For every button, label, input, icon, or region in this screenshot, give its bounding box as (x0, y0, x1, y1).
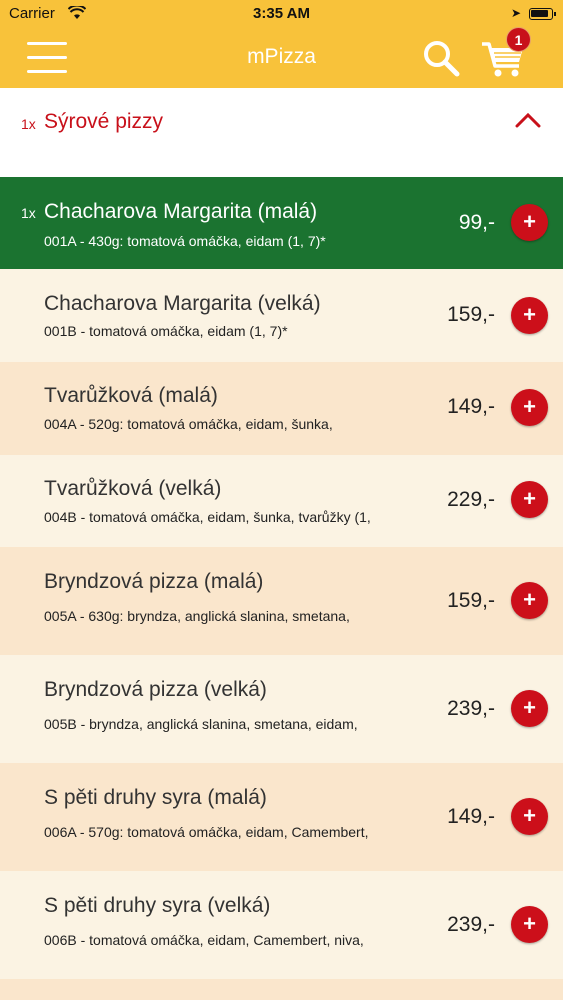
item-title: Bryndzová pizza (velká) (44, 678, 267, 701)
add-to-cart-button[interactable]: + (511, 582, 548, 619)
item-description: 006B - tomatová omáčka, eidam, Camembert… (44, 932, 364, 948)
list-item[interactable]: Chacharova Margarita (velká) 001B - toma… (0, 269, 563, 362)
category-name: Sýrové pizzy (44, 110, 164, 133)
category-qty: 1x (21, 116, 36, 132)
item-description: 004B - tomatová omáčka, eidam, šunka, tv… (44, 509, 371, 525)
item-price: 149,- (447, 805, 495, 828)
item-title: S pěti druhy syra (velká) (44, 894, 271, 917)
status-bar: Carrier 3:35 AM ➤ (0, 0, 563, 28)
category-header[interactable]: 1x Sýrové pizzy (0, 88, 563, 177)
add-to-cart-button[interactable]: + (511, 481, 548, 518)
location-icon: ➤ (510, 6, 521, 20)
item-title: S pěti druhy syra (malá) (44, 786, 267, 809)
battery-icon (529, 8, 556, 20)
item-price: 239,- (447, 697, 495, 720)
add-to-cart-button[interactable]: + (511, 906, 548, 943)
search-icon[interactable] (421, 38, 461, 78)
item-description: 005B - bryndza, anglická slanina, smetan… (44, 716, 358, 732)
item-title: Bryndzová pizza (malá) (44, 570, 264, 593)
item-price: 159,- (447, 303, 495, 326)
item-title: Chacharova Margarita (malá) (44, 200, 318, 223)
add-to-cart-button[interactable]: + (511, 690, 548, 727)
item-price: 159,- (447, 589, 495, 612)
item-price: 229,- (447, 488, 495, 511)
cart-count-badge[interactable]: 1 (506, 27, 531, 52)
list-item[interactable]: S pěti druhy syra (malá) 006A - 570g: to… (0, 763, 563, 871)
list-item[interactable]: Bryndzová pizza (velká) 005B - bryndza, … (0, 655, 563, 763)
add-to-cart-button[interactable]: + (511, 798, 548, 835)
list-item[interactable]: S pěti druhy syra (velká) 006B - tomatov… (0, 871, 563, 979)
item-description: 006A - 570g: tomatová omáčka, eidam, Cam… (44, 824, 369, 840)
item-title: Tvarůžková (velká) (44, 477, 222, 500)
item-description: 001A - 430g: tomatová omáčka, eidam (1, … (44, 233, 326, 249)
list-item[interactable]: Tvarůžková (malá) 004A - 520g: tomatová … (0, 362, 563, 455)
list-item[interactable] (0, 979, 563, 1000)
item-description: 005A - 630g: bryndza, anglická slanina, … (44, 608, 350, 624)
list-item[interactable]: 1x Chacharova Margarita (malá) 001A - 43… (0, 177, 563, 269)
clock: 3:35 AM (253, 5, 310, 22)
list-item[interactable]: Tvarůžková (velká) 004B - tomatová omáčk… (0, 455, 563, 547)
item-title: Tvarůžková (malá) (44, 384, 218, 407)
item-qty: 1x (21, 205, 36, 221)
list-item[interactable]: Bryndzová pizza (malá) 005A - 630g: bryn… (0, 547, 563, 655)
item-title: Chacharova Margarita (velká) (44, 292, 321, 315)
item-price: 149,- (447, 395, 495, 418)
nav-bar: mPizza (0, 28, 563, 88)
chevron-up-icon[interactable] (514, 110, 542, 130)
item-description: 004A - 520g: tomatová omáčka, eidam, šun… (44, 416, 333, 432)
item-price: 99,- (458, 211, 495, 234)
add-to-cart-button[interactable]: + (511, 297, 548, 334)
add-to-cart-button[interactable]: + (511, 204, 548, 241)
add-to-cart-button[interactable]: + (511, 389, 548, 426)
item-description: 001B - tomatová omáčka, eidam (1, 7)* (44, 323, 288, 339)
item-price: 239,- (447, 913, 495, 936)
app-title: mPizza (247, 45, 316, 68)
